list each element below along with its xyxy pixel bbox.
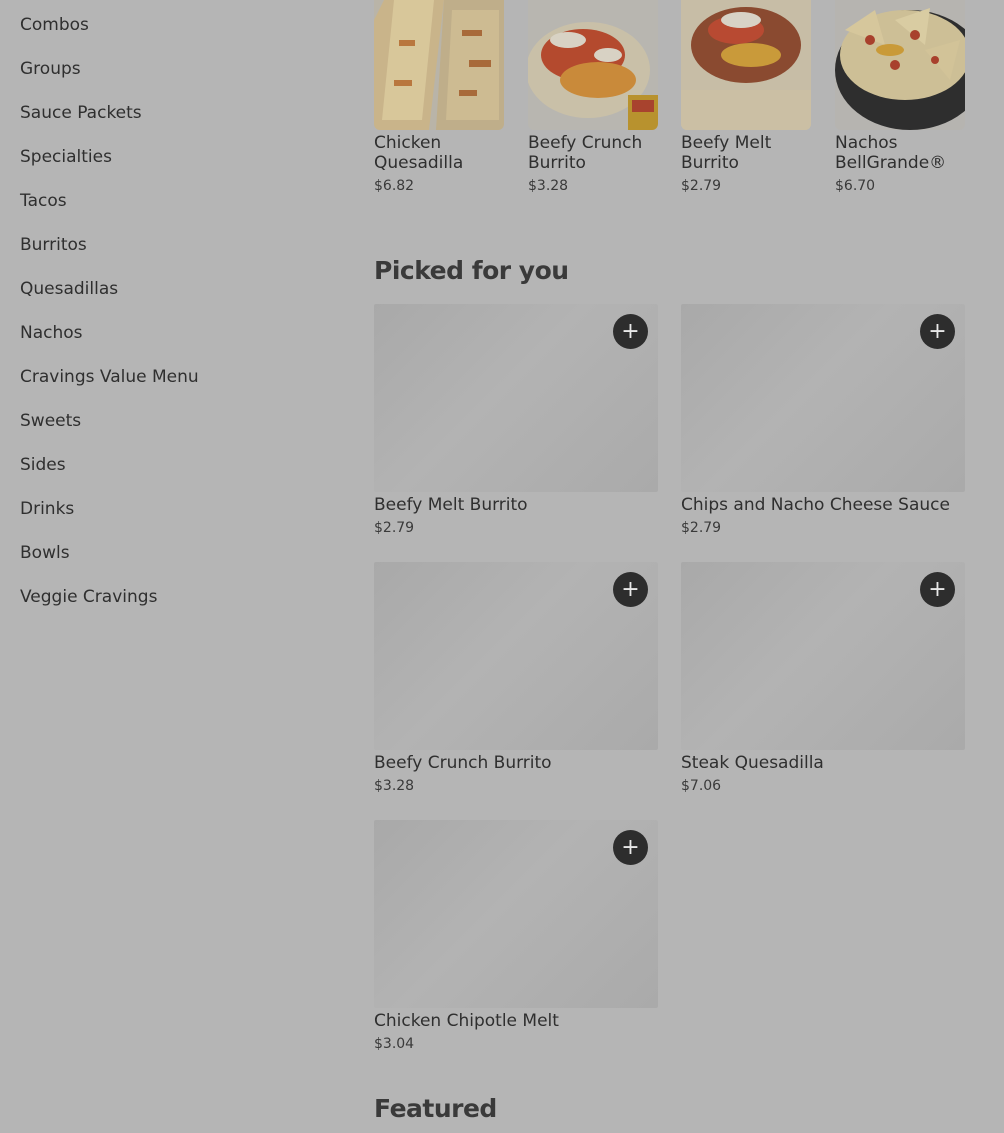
- add-to-cart-button[interactable]: +: [613, 314, 648, 349]
- plus-icon: +: [928, 319, 947, 344]
- top-item-price: $6.70: [835, 178, 876, 194]
- sidebar-item-sides[interactable]: Sides: [20, 454, 66, 476]
- product-price: $3.28: [374, 778, 415, 794]
- product-price: $2.79: [681, 520, 722, 536]
- product-name: Chips and Nacho Cheese Sauce: [681, 495, 950, 515]
- product-name: Beefy Crunch Burrito: [374, 753, 552, 773]
- product-price: $3.04: [374, 1036, 415, 1052]
- sidebar-item-veggie-cravings[interactable]: Veggie Cravings: [20, 586, 157, 608]
- top-item-name: Chicken Quesadilla: [374, 133, 464, 173]
- featured-heading: Featured: [374, 1094, 497, 1123]
- top-item-price: $2.79: [681, 178, 722, 194]
- product-name: Steak Quesadilla: [681, 753, 824, 773]
- sidebar-item-combos[interactable]: Combos: [20, 14, 89, 36]
- sidebar-item-burritos[interactable]: Burritos: [20, 234, 87, 256]
- product-name: Beefy Melt Burrito: [374, 495, 528, 515]
- sidebar-item-quesadillas[interactable]: Quesadillas: [20, 278, 118, 300]
- beefy-melt-burrito-photo: [681, 0, 811, 130]
- sidebar-item-bowls[interactable]: Bowls: [20, 542, 70, 564]
- product-price: $7.06: [681, 778, 722, 794]
- top-item-price: $3.28: [528, 178, 569, 194]
- picked-for-you-heading: Picked for you: [374, 256, 569, 285]
- plus-icon: +: [621, 577, 640, 602]
- plus-icon: +: [621, 319, 640, 344]
- menu-page: Combos Groups Sauce Packets Specialties …: [0, 0, 1004, 1133]
- top-item-price: $6.82: [374, 178, 415, 194]
- chicken-quesadilla-photo: [374, 0, 504, 130]
- sidebar-item-tacos[interactable]: Tacos: [20, 190, 67, 212]
- nachos-bellgrande-photo: [835, 0, 965, 130]
- sidebar-item-sweets[interactable]: Sweets: [20, 410, 81, 432]
- add-to-cart-button[interactable]: +: [613, 572, 648, 607]
- plus-icon: +: [928, 577, 947, 602]
- product-price: $2.79: [374, 520, 415, 536]
- sidebar-item-cravings-value-menu[interactable]: Cravings Value Menu: [20, 366, 199, 388]
- product-name: Chicken Chipotle Melt: [374, 1011, 559, 1031]
- sidebar-item-groups[interactable]: Groups: [20, 58, 81, 80]
- add-to-cart-button[interactable]: +: [613, 830, 648, 865]
- sidebar-item-nachos[interactable]: Nachos: [20, 322, 83, 344]
- plus-icon: +: [621, 835, 640, 860]
- sidebar-item-specialties[interactable]: Specialties: [20, 146, 112, 168]
- top-item-name: Nachos BellGrande®: [835, 133, 947, 173]
- sidebar-item-drinks[interactable]: Drinks: [20, 498, 74, 520]
- top-item-name: Beefy Crunch Burrito: [528, 133, 643, 173]
- top-item-name: Beefy Melt Burrito: [681, 133, 772, 173]
- add-to-cart-button[interactable]: +: [920, 314, 955, 349]
- sidebar-item-sauce-packets[interactable]: Sauce Packets: [20, 102, 142, 124]
- beefy-crunch-burrito-photo: [528, 0, 658, 130]
- add-to-cart-button[interactable]: +: [920, 572, 955, 607]
